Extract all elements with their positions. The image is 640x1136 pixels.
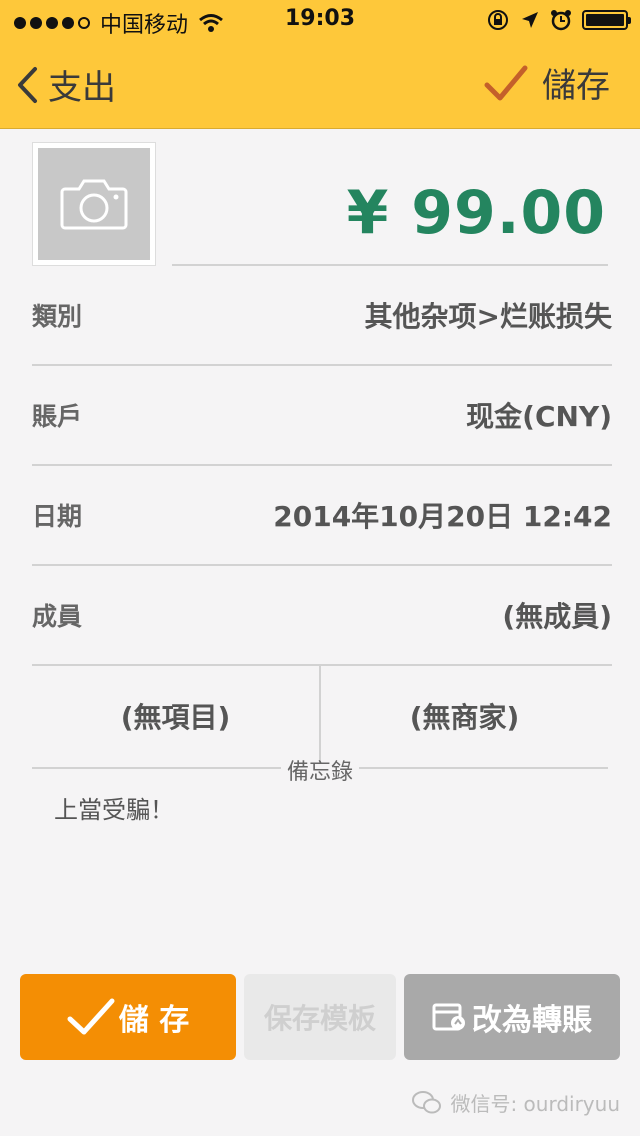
save-button-label: 儲 存 [118, 1003, 190, 1038]
date-label: 日期 [32, 502, 83, 531]
account-row[interactable]: 賬戶 现金(CNY) [32, 366, 612, 466]
wechat-icon [412, 1090, 442, 1113]
memo-title: 備忘錄 [0, 754, 640, 786]
watermark-text: 微信号: ourdiryuu [450, 1092, 620, 1116]
nav-save-label: 儲存 [542, 66, 610, 106]
memo-title-label: 備忘錄 [280, 760, 359, 785]
convert-transfer-label: 改為轉賬 [472, 1003, 592, 1038]
photo-placeholder [38, 148, 150, 260]
memo-input[interactable]: 上當受騙！ [54, 790, 174, 825]
transfer-icon [432, 1003, 465, 1031]
category-value: 其他杂项>烂账损失 [364, 300, 612, 333]
account-value: 现金(CNY) [466, 400, 612, 433]
member-value: (無成員) [502, 600, 612, 633]
date-value: 2014年10月20日 12:42 [273, 500, 612, 533]
camera-icon [60, 179, 128, 230]
status-right [486, 8, 631, 32]
account-label: 賬戶 [32, 402, 83, 431]
project-merchant-row: (無項目) (無商家) [32, 666, 608, 766]
alarm-icon [551, 10, 571, 31]
checkmark-icon [67, 998, 115, 1035]
merchant-button[interactable]: (無商家) [321, 666, 608, 766]
back-button[interactable]: 支出 [14, 60, 116, 109]
back-label: 支出 [48, 68, 116, 108]
checkmark-icon [484, 65, 528, 100]
convert-transfer-button[interactable]: 改為轉賬 [404, 974, 620, 1060]
category-label: 類別 [32, 302, 83, 331]
category-row[interactable]: 類別 其他杂项>烂账损失 [32, 266, 612, 366]
save-template-button[interactable]: 保存模板 [244, 974, 396, 1060]
amount-display[interactable]: ¥ 99.00 [347, 178, 606, 248]
nav-save-button[interactable]: 儲存 [484, 58, 610, 107]
battery-icon [582, 10, 631, 30]
location-icon [522, 12, 538, 28]
member-row[interactable]: 成員 (無成員) [32, 566, 612, 666]
save-button[interactable]: 儲 存 [20, 974, 236, 1060]
watermark: 微信号: ourdiryuu [412, 1088, 620, 1117]
photo-picker[interactable] [32, 142, 156, 266]
date-row[interactable]: 日期 2014年10月20日 12:42 [32, 466, 612, 566]
status-bar: 中国移动 19:03 [0, 0, 640, 40]
lock-rotation-icon [488, 10, 508, 30]
member-label: 成員 [32, 602, 83, 631]
navigation-bar: 支出 儲存 [0, 40, 640, 129]
save-template-label: 保存模板 [263, 1002, 376, 1035]
project-button[interactable]: (無項目) [32, 666, 319, 766]
back-chevron-icon [18, 66, 37, 103]
